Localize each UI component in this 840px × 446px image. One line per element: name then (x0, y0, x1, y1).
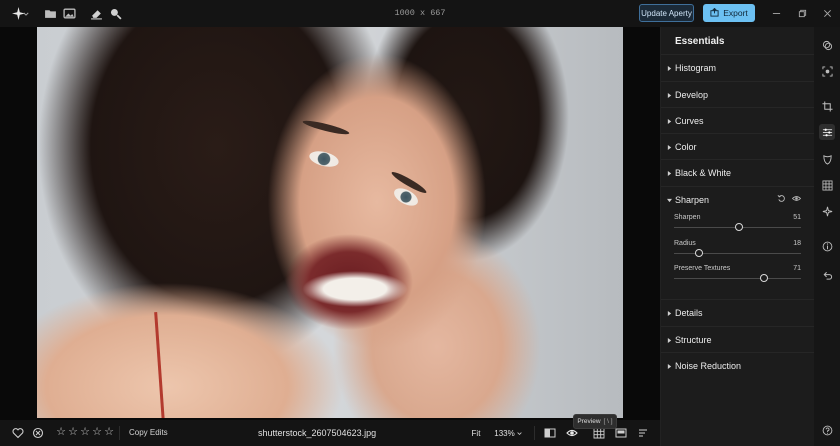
slider-value[interactable]: 18 (793, 240, 801, 247)
sort-icon[interactable] (636, 426, 650, 440)
section-label: Sharpen (675, 195, 710, 205)
section-structure[interactable]: Structure (661, 326, 815, 353)
section-details[interactable]: Details (661, 299, 815, 326)
panel-title: Essentials (675, 36, 725, 47)
adjustments-icon[interactable] (819, 124, 835, 140)
compare-split-icon[interactable] (543, 426, 557, 440)
rating-star-icon[interactable]: ☆ (80, 426, 90, 439)
history-icon[interactable] (819, 267, 835, 283)
folder-icon[interactable] (43, 6, 58, 21)
magic-icon[interactable] (819, 203, 835, 219)
right-toolbar (814, 27, 840, 446)
preserve-textures-slider[interactable]: Preserve Textures 71 (674, 265, 801, 287)
slider-knob[interactable] (734, 223, 743, 231)
info-icon[interactable] (819, 238, 835, 254)
zoom-select[interactable]: 133% (490, 425, 526, 441)
visibility-eye-icon[interactable] (791, 194, 802, 206)
rating-star-icon[interactable]: ☆ (68, 426, 78, 439)
image-icon[interactable] (62, 6, 77, 21)
reset-icon[interactable] (777, 194, 786, 206)
section-label: Develop (675, 90, 709, 100)
section-color[interactable]: Color (661, 133, 815, 160)
slider-label: Sharpen (674, 214, 701, 221)
layers-icon[interactable] (819, 37, 835, 53)
crop-icon[interactable] (819, 98, 835, 114)
radius-slider[interactable]: Radius 18 (674, 240, 801, 262)
photo-brow-left (301, 118, 351, 137)
divider (534, 426, 535, 440)
restore-icon[interactable] (795, 6, 810, 21)
section-develop[interactable]: Develop (661, 81, 815, 108)
update-button[interactable]: Update Aperty (639, 4, 694, 22)
file-name: shutterstock_2607504623.jpg (258, 428, 377, 438)
photo-eye-left (307, 148, 341, 170)
close-icon[interactable] (820, 6, 835, 21)
sharpen-header[interactable]: Sharpen (661, 187, 815, 213)
slider-track[interactable] (674, 253, 801, 254)
zoom-value: 133% (494, 428, 515, 438)
section-noise-reduction[interactable]: Noise Reduction (661, 352, 815, 379)
slider-knob[interactable] (760, 274, 769, 282)
section-label: Structure (675, 335, 712, 345)
caret-right-icon (666, 118, 672, 124)
section-curves[interactable]: Curves (661, 107, 815, 134)
sharpen-slider[interactable]: Sharpen 51 (674, 214, 801, 236)
caret-right-icon (666, 310, 672, 316)
slider-track[interactable] (674, 278, 801, 279)
slider-knob[interactable] (695, 249, 704, 257)
grid-icon[interactable] (819, 177, 835, 193)
eraser-icon[interactable] (89, 6, 104, 21)
caret-right-icon (666, 92, 672, 98)
caret-right-icon (666, 337, 672, 343)
section-label: Histogram (675, 63, 717, 73)
reject-icon[interactable] (31, 426, 45, 440)
selection-icon[interactable] (819, 63, 835, 79)
section-black-white[interactable]: Black & White (661, 159, 815, 186)
photo-strap (154, 312, 165, 418)
slider-value[interactable]: 51 (793, 214, 801, 221)
tooltip-label: Preview (577, 418, 601, 425)
caret-right-icon (666, 363, 672, 369)
help-icon[interactable] (819, 422, 835, 438)
chevron-down-icon (517, 431, 522, 435)
copy-edits-button[interactable]: Copy Edits (129, 428, 168, 437)
photo-preview[interactable] (37, 27, 623, 418)
export-button[interactable]: Export (703, 4, 755, 22)
section-label: Curves (675, 116, 704, 126)
section-label: Details (675, 308, 703, 318)
rating-star-icon[interactable]: ☆ (56, 426, 66, 439)
zoom-icon[interactable] (108, 6, 123, 21)
minimize-icon[interactable] (769, 6, 784, 21)
section-label: Noise Reduction (675, 361, 742, 371)
top-bar: 1000 x 667 Update Aperty Export (0, 0, 840, 27)
section-label: Black & White (675, 168, 732, 178)
section-histogram[interactable]: Histogram (661, 54, 815, 81)
fit-button[interactable]: Fit (466, 425, 486, 441)
divider (119, 426, 120, 440)
slider-value[interactable]: 71 (793, 265, 801, 272)
rating-star-icon[interactable]: ☆ (92, 426, 102, 439)
heart-icon[interactable] (11, 426, 25, 440)
essentials-panel: Essentials Histogram Develop Curves Colo… (660, 27, 815, 446)
caret-right-icon (666, 65, 672, 71)
tooltip-shortcut: [ \ ] (603, 418, 613, 425)
section-sharpen: Sharpen Sharpen 51 Radius 18 Preserve Te… (661, 186, 815, 299)
export-label: Export (723, 8, 748, 18)
slider-label: Preserve Textures (674, 265, 731, 272)
mask-icon[interactable] (819, 151, 835, 167)
caret-right-icon (666, 144, 672, 150)
section-label: Color (675, 142, 697, 152)
chevron-down-icon[interactable] (22, 6, 30, 21)
star-rating[interactable]: ☆ ☆ ☆ ☆ ☆ (56, 426, 114, 439)
rating-star-icon[interactable]: ☆ (104, 426, 114, 439)
caret-down-icon (666, 197, 672, 203)
slider-label: Radius (674, 240, 696, 247)
preview-tooltip: Preview [ \ ] (573, 414, 617, 429)
export-icon (710, 7, 719, 19)
image-canvas[interactable] (0, 27, 660, 420)
caret-right-icon (666, 170, 672, 176)
